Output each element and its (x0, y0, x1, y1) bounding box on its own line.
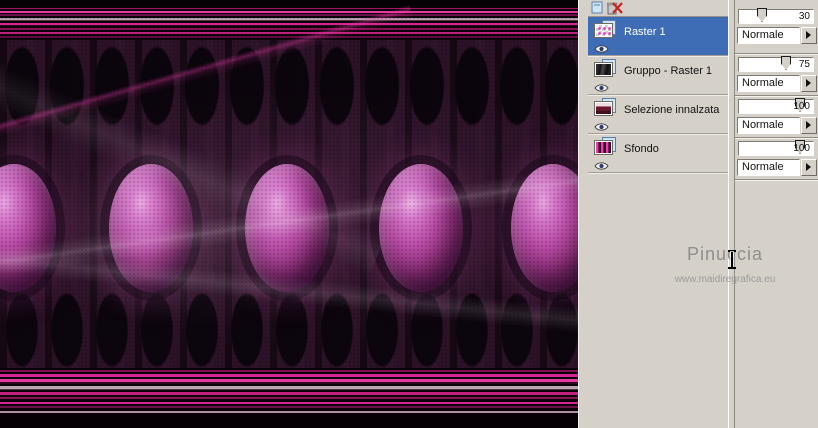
layer-thumbnail-icon (593, 20, 619, 38)
opacity-slider[interactable]: 30 (738, 8, 814, 24)
layer-name: Selezione innalzata (624, 104, 720, 116)
layer-name: Raster 1 (624, 26, 666, 38)
layer-page-front (594, 140, 613, 155)
layer-thumbnail-icon (593, 137, 619, 155)
opacity-slider-handle[interactable] (757, 8, 767, 22)
layers-palette: Raster 1 Gruppo - Raster 1 Selezione inn… (588, 0, 818, 428)
dropdown-arrow-icon (806, 121, 811, 129)
layers-toolbar (588, 0, 728, 17)
opacity-value: 100 (793, 101, 810, 112)
layer-row-selezione-innalzata[interactable]: Selezione innalzata (588, 95, 728, 134)
artwork-dot-texture (0, 0, 578, 428)
opacity-slider-row: 100 (738, 98, 815, 114)
layer-name: Sfondo (624, 143, 659, 155)
blend-mode-row: Normale (737, 159, 817, 176)
blend-mode-row: Normale (737, 27, 817, 44)
blend-mode-select[interactable]: Normale (737, 27, 800, 44)
layer-properties: 30 Normale (735, 0, 818, 54)
layer-thumbnail (596, 64, 611, 75)
app-window: Raster 1 Gruppo - Raster 1 Selezione inn… (0, 0, 818, 428)
dropdown-arrow-icon (806, 163, 811, 171)
opacity-slider-row: 100 (738, 140, 815, 156)
opacity-slider[interactable]: 100 (738, 140, 814, 156)
blend-mode-dropdown-button[interactable] (801, 75, 817, 92)
layers-list: Raster 1 Gruppo - Raster 1 Selezione inn… (588, 0, 728, 428)
layer-properties-column: 30 Normale 75 Normale 100 Normale 100 No… (735, 0, 818, 428)
blend-mode-select[interactable]: Normale (737, 75, 800, 92)
layer-thumbnail (596, 142, 611, 153)
artwork-bottom-border (0, 415, 578, 428)
image-canvas[interactable] (0, 0, 578, 428)
blend-mode-row: Normale (737, 75, 817, 92)
opacity-slider-handle[interactable] (781, 56, 791, 70)
layer-properties: 100 Normale (735, 96, 818, 138)
visibility-eye-icon[interactable] (594, 80, 609, 92)
layer-row-gruppo-raster1[interactable]: Gruppo - Raster 1 (588, 56, 728, 95)
opacity-slider[interactable]: 75 (738, 56, 814, 72)
blend-mode-select[interactable]: Normale (737, 117, 800, 134)
layer-thumbnail (596, 103, 611, 114)
layer-page-front (594, 62, 613, 77)
layer-page-front (594, 101, 613, 116)
layer-row-sfondo[interactable]: Sfondo (588, 134, 728, 173)
opacity-value: 75 (798, 59, 810, 70)
opacity-slider-row: 30 (738, 8, 815, 24)
layer-row-raster1[interactable]: Raster 1 (588, 17, 728, 56)
blend-mode-dropdown-button[interactable] (801, 27, 817, 44)
blend-mode-dropdown-button[interactable] (801, 117, 817, 134)
layer-name: Gruppo - Raster 1 (624, 65, 713, 77)
layer-properties: 100 Normale (735, 138, 818, 180)
layer-thumbnail-icon (593, 98, 619, 116)
mouse-cursor-icon (725, 250, 739, 270)
blend-mode-row: Normale (737, 117, 817, 134)
artwork-bottom-stripes (0, 368, 578, 415)
layer-properties: 75 Normale (735, 54, 818, 96)
dropdown-arrow-icon (806, 79, 811, 87)
blend-mode-dropdown-button[interactable] (801, 159, 817, 176)
layer-thumbnail (596, 25, 611, 36)
blend-mode-select[interactable]: Normale (737, 159, 800, 176)
opacity-value: 100 (793, 143, 810, 154)
visibility-eye-icon[interactable] (594, 158, 609, 170)
layer-page-front (594, 23, 613, 38)
visibility-eye-icon[interactable] (594, 119, 609, 131)
opacity-slider-row: 75 (738, 56, 815, 72)
palette-splitter[interactable] (728, 0, 735, 428)
layer-thumbnail-icon (593, 59, 619, 77)
opacity-value: 30 (798, 11, 810, 22)
visibility-eye-icon[interactable] (594, 41, 609, 53)
dropdown-arrow-icon (806, 31, 811, 39)
opacity-slider[interactable]: 100 (738, 98, 814, 114)
